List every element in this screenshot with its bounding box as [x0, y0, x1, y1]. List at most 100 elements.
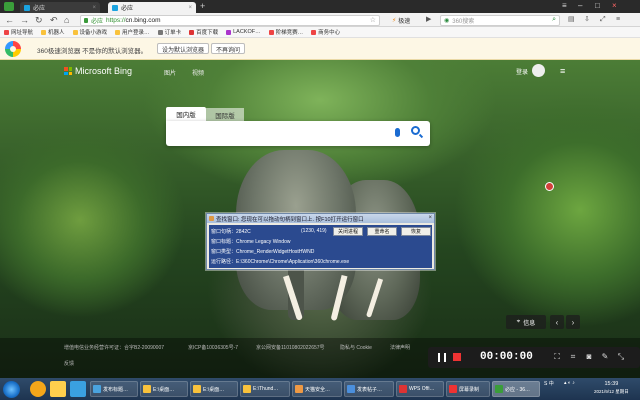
microphone-icon[interactable]	[395, 128, 400, 137]
footer-icp[interactable]: 京ICP备10036305号-7	[188, 344, 238, 351]
taskbar-clock[interactable]: 15:39 2021/9/12 星期日	[594, 381, 629, 395]
browser-tab-strip: 必应 × 必应 × + ≡ – □ ×	[0, 0, 640, 13]
search-app-icon[interactable]	[30, 381, 46, 397]
dialog-titlebar[interactable]: 查找窗口: 您现在可以拖动句柄到窗口上. 按F10打开运行窗口	[207, 214, 434, 223]
tray-icons[interactable]: ▴ ◐ ♪	[564, 380, 575, 386]
footer-feedback[interactable]: 反馈	[64, 360, 74, 367]
taskbar-app-label: 天猫安全…	[305, 386, 331, 393]
footer-legal[interactable]: 法律声明	[390, 344, 410, 351]
taskbar-app-label: 发布标题…	[103, 386, 129, 393]
taskbar-app-active[interactable]: 必应 - 36…	[492, 381, 540, 397]
class-value[interactable]: Chrome_RenderWidgetHostHWND	[236, 249, 314, 255]
fullscreen-icon[interactable]: ⤢	[600, 14, 606, 26]
bookmark-item[interactable]: 网址导航	[4, 28, 33, 36]
bing-search-box[interactable]	[166, 121, 430, 146]
address-bar[interactable]: 必应 https://cn.bing.com ☆	[80, 14, 380, 26]
collapse-icon[interactable]: ⤡	[616, 352, 626, 362]
taskbar-app[interactable]: 屏幕录制	[446, 381, 490, 397]
bookmark-item[interactable]: LACKOF…	[226, 29, 261, 35]
bookmark-item[interactable]: 商务中心	[311, 28, 340, 36]
tab-bing-2[interactable]: 必应 ×	[108, 2, 196, 13]
play-icon[interactable]: ▶	[426, 14, 431, 26]
bookmark-item[interactable]: 机器人	[41, 28, 65, 36]
bookmark-item[interactable]: 阶梯竞赛…	[268, 28, 303, 36]
default-browser-infobar: 360极速浏览器 不是你的默认浏览器。 设为默认浏览器 不再询问	[0, 38, 640, 60]
browser-360-logo-icon	[5, 41, 21, 57]
taskbar-app[interactable]: 发布标题…	[90, 381, 138, 397]
close-icon[interactable]: ×	[428, 215, 432, 221]
taskbar-app[interactable]: 天猫安全…	[292, 381, 342, 397]
bookmark-item[interactable]: 订单卡	[157, 28, 181, 36]
footer-license[interactable]: 增值电信业务经营许可证：合字B2-20090007	[64, 344, 164, 351]
tray-label[interactable]: S 中	[544, 380, 554, 387]
stop-record-icon[interactable]	[453, 353, 461, 361]
folder-icon	[193, 385, 201, 393]
search-360-box[interactable]: ◉ 360搜索 ⌕	[440, 14, 560, 26]
screenshot-icon[interactable]: ◙	[584, 352, 594, 362]
set-default-button[interactable]: 设为默认浏览器	[157, 43, 210, 54]
file-explorer-icon[interactable]	[50, 381, 66, 397]
star-icon[interactable]: ☆	[370, 16, 376, 24]
rename-button[interactable]: 重命名	[367, 227, 397, 236]
close-window-icon[interactable]: ×	[612, 1, 617, 10]
dont-ask-button[interactable]: 不再询问	[211, 43, 246, 54]
kill-process-button[interactable]: 关闭进程	[333, 227, 363, 236]
login-link[interactable]: 登录	[516, 67, 528, 76]
bing-logo[interactable]: Microsoft Bing	[64, 66, 132, 76]
minimize-icon[interactable]: –	[578, 1, 582, 10]
taskbar-app[interactable]: 发表帖子…	[344, 381, 394, 397]
hamburger-menu-icon[interactable]: ≡	[560, 66, 565, 76]
new-tab-icon[interactable]: +	[200, 1, 205, 11]
forward-icon[interactable]: →	[20, 14, 29, 26]
search-icon[interactable]: ⌕	[552, 16, 556, 24]
app-icon	[93, 385, 101, 393]
undo-icon[interactable]: ↶	[50, 14, 58, 26]
search-icon[interactable]	[411, 126, 420, 135]
menu-icon[interactable]: ≡	[562, 1, 567, 10]
extensions-icon[interactable]: ▤	[568, 14, 575, 26]
avatar[interactable]	[532, 64, 545, 77]
bing-brand: Microsoft Bing	[75, 66, 133, 76]
tab-international[interactable]: 国际版	[206, 108, 244, 121]
refresh-icon[interactable]: ↻	[35, 14, 43, 26]
taskbar-app[interactable]: E:\桌面…	[140, 381, 188, 397]
title-value[interactable]: Chrome Legacy Window	[236, 239, 290, 245]
home-icon[interactable]: ⌂	[64, 14, 69, 26]
location-info-button[interactable]: ⌖ 信息	[506, 315, 546, 329]
tab-bing-1[interactable]: 必应 ×	[20, 2, 100, 13]
region-select-icon[interactable]: ⛶	[552, 352, 562, 362]
search-360-placeholder: 360搜索	[452, 18, 475, 25]
maximize-icon[interactable]: □	[595, 1, 600, 10]
bookmark-item[interactable]: 百度下载	[189, 28, 218, 36]
lock-icon	[84, 17, 88, 23]
taskbar-app[interactable]: E:\桌面…	[190, 381, 238, 397]
nav-videos[interactable]: 视频	[192, 68, 204, 77]
nav-images[interactable]: 图片	[164, 68, 176, 77]
tab-domestic[interactable]: 国内版	[166, 107, 206, 121]
dialog-body: 窗口句柄：2842C (1230, 419) 窗口标题：Chrome Legac…	[209, 225, 432, 268]
taskbar-app[interactable]: WPS Offi…	[396, 381, 444, 397]
taskbar-app[interactable]: E:\Thund…	[240, 381, 290, 397]
footer-police[interactable]: 京公网安备11010802022657号	[256, 344, 325, 351]
pen-icon[interactable]: ✎	[600, 352, 610, 362]
bing-page: Microsoft Bing 图片 视频 登录 ≡ 国内版 国际版 查找窗口: …	[0, 60, 640, 378]
back-icon[interactable]: ←	[5, 14, 14, 26]
path-value[interactable]: E:\360Chrome\Chrome\Application\360chrom…	[236, 259, 349, 265]
handle-value[interactable]: 2842C	[236, 229, 251, 235]
close-tab-icon[interactable]: ×	[92, 5, 96, 11]
close-tab-icon[interactable]: ×	[188, 5, 192, 11]
footer-privacy[interactable]: 隐私与 Cookie	[340, 344, 372, 351]
bookmark-item[interactable]: 用户登录…	[115, 28, 150, 36]
bookmark-item[interactable]: 设备小游戏	[72, 28, 107, 36]
taskbar-app-label: WPS Offi…	[409, 386, 435, 392]
restore-button[interactable]: 恢复	[401, 227, 431, 236]
crop-icon[interactable]: ⌗	[568, 352, 578, 362]
previous-image-icon[interactable]: ‹	[550, 315, 564, 329]
pause-icon[interactable]	[438, 353, 446, 362]
downloads-icon[interactable]: ⇩	[584, 14, 590, 26]
next-image-icon[interactable]: ›	[566, 315, 580, 329]
speed-mode-button[interactable]: ⚡ 极速	[392, 15, 410, 25]
settings-icon[interactable]: ≡	[616, 14, 620, 26]
start-button[interactable]	[3, 381, 20, 398]
pinned-app-icon[interactable]	[70, 381, 86, 397]
